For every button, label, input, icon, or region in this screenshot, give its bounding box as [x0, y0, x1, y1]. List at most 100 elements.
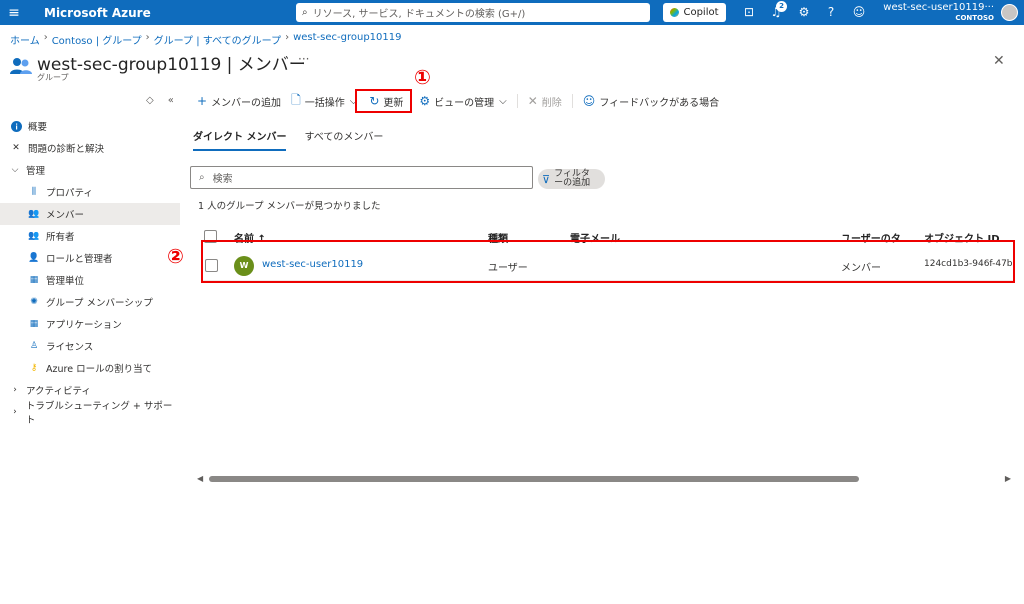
- group-icon: [10, 56, 32, 76]
- manage-view-button[interactable]: ⚙ ビューの管理 ⌵: [419, 91, 506, 111]
- more-options-icon[interactable]: ···: [298, 52, 309, 66]
- nav-item-applications[interactable]: ▦ アプリケーション: [0, 313, 180, 335]
- applications-icon: ▦: [29, 319, 39, 329]
- plus-icon: +: [197, 94, 208, 108]
- scrollbar-thumb[interactable]: [209, 476, 859, 482]
- chevron-down-icon: ⌵: [11, 165, 19, 175]
- nav-expand-icon[interactable]: ◇: [146, 95, 154, 106]
- nav-item-azure-roles[interactable]: ⚷ Azure ロールの割り当て: [0, 357, 180, 379]
- feedback-label: フィードバックがある場合: [599, 97, 720, 109]
- nav-item-label: トラブルシューティング + サポート: [25, 401, 173, 426]
- nav-item-label: プロパティ: [46, 188, 93, 199]
- nav-item-group-membership[interactable]: ✺ グループ メンバーシップ: [0, 291, 180, 313]
- delete-button[interactable]: ✕ 削除: [528, 91, 562, 111]
- scroll-right-icon[interactable]: ▶: [1005, 474, 1011, 483]
- copilot-label: Copilot: [683, 7, 719, 18]
- nav-item-diagnose[interactable]: ✕ 問題の診断と解決: [0, 137, 180, 159]
- breadcrumb-all-groups[interactable]: グループ | すべてのグループ: [154, 32, 281, 47]
- nav-item-label: アクティビティ: [26, 386, 91, 397]
- filter-label-line2: ーの追加: [554, 178, 591, 188]
- tab-all-members[interactable]: すべてのメンバー: [304, 128, 383, 151]
- nav-item-licenses[interactable]: ♙ ライセンス: [0, 335, 180, 357]
- breadcrumb-separator-icon: ›: [285, 32, 290, 43]
- feedback-person-icon: ☺: [582, 94, 596, 108]
- annotation-number-1: ①: [414, 65, 431, 89]
- divider: [571, 94, 573, 108]
- page-subtitle: グループ: [37, 73, 69, 82]
- key-icon: ⚷: [30, 363, 38, 373]
- nav-item-label: 問題の診断と解決: [28, 144, 105, 155]
- nav-item-overview[interactable]: 概要: [0, 115, 180, 137]
- settings-gear-icon[interactable]: ⚙: [795, 4, 813, 21]
- nav-item-label: ライセンス: [46, 342, 94, 353]
- global-search-placeholder: リソース, サービス, ドキュメントの検索 (G+/): [312, 9, 526, 20]
- nav-item-label: Azure ロールの割り当て: [46, 364, 153, 375]
- feedback-icon[interactable]: ☺: [850, 4, 868, 21]
- group-membership-icon: ✺: [30, 297, 38, 307]
- nav-controls: ◇ «: [146, 95, 174, 106]
- bulk-operations-button[interactable]: 🗋 一括操作 ⌵: [291, 91, 357, 111]
- global-search-input[interactable]: ⌕ リソース, サービス, ドキュメントの検索 (G+/): [296, 3, 650, 22]
- member-tabs: ダイレクト メンバー すべてのメンバー: [193, 128, 383, 151]
- row-highlight-box: [201, 240, 1015, 283]
- command-bar: + メンバーの追加 🗋 一括操作 ⌵ ↻ 更新 ⚙ ビューの管理 ⌵ ✕ 削除 …: [197, 91, 729, 111]
- nav-item-label: 概要: [28, 122, 48, 133]
- gear-icon: ⚙: [419, 94, 431, 108]
- nav-item-label: 所有者: [46, 232, 75, 243]
- feedback-button[interactable]: ☺ フィードバックがある場合: [583, 91, 719, 111]
- refresh-highlight-box: [355, 89, 412, 113]
- bulk-operations-label: 一括操作: [304, 97, 345, 109]
- add-member-button[interactable]: + メンバーの追加: [197, 91, 281, 111]
- add-filter-button[interactable]: ⊽ フィルタ ーの追加: [538, 169, 605, 189]
- hamburger-menu-icon[interactable]: ≡: [0, 0, 28, 25]
- chevron-right-icon: ›: [13, 385, 17, 395]
- member-search-input[interactable]: ⌕ 検索: [190, 166, 533, 189]
- nav-item-label: メンバー: [46, 210, 85, 221]
- close-icon[interactable]: ✕: [993, 53, 1005, 69]
- manage-view-label: ビューの管理: [434, 97, 495, 109]
- left-nav: 概要 ✕ 問題の診断と解決 ⌵ 管理 ⫼ プロパティ 👥 メンバー 👥 所有者 …: [0, 115, 180, 426]
- add-member-label: メンバーの追加: [211, 97, 282, 109]
- help-icon[interactable]: ?: [822, 4, 840, 21]
- copilot-icon: [670, 8, 680, 17]
- scroll-left-icon[interactable]: ◀: [197, 474, 203, 483]
- breadcrumb-group[interactable]: west-sec-group10119: [293, 32, 401, 47]
- search-icon: ⌕: [199, 172, 205, 183]
- license-icon: ♙: [29, 341, 39, 351]
- nav-item-properties[interactable]: ⫼ プロパティ: [0, 181, 180, 203]
- account-avatar[interactable]: [1001, 4, 1018, 21]
- nav-item-label: グループ メンバーシップ: [46, 298, 153, 309]
- nav-item-roles[interactable]: 👤 ロールと管理者: [0, 247, 180, 269]
- admin-units-icon: ▦: [29, 275, 39, 285]
- filter-icon: ⊽: [542, 172, 551, 186]
- horizontal-scrollbar[interactable]: ◀ ▶: [197, 474, 1011, 484]
- tab-direct-members[interactable]: ダイレクト メンバー: [193, 128, 287, 151]
- result-count: 1 人のグループ メンバーが見つかりました: [198, 201, 381, 212]
- notification-badge: 2: [776, 1, 787, 12]
- breadcrumb: ホーム › Contoso | グループ › グループ | すべてのグループ ›…: [10, 32, 401, 47]
- divider: [516, 94, 518, 108]
- account-user: west-sec-user10119···: [883, 2, 994, 13]
- nav-item-owners[interactable]: 👥 所有者: [0, 225, 180, 247]
- breadcrumb-home[interactable]: ホーム: [10, 32, 40, 47]
- cloud-shell-icon[interactable]: ⊡: [740, 4, 758, 21]
- roles-icon: 👤: [28, 253, 40, 263]
- account-tenant: CONTOSO: [955, 14, 994, 22]
- copilot-button[interactable]: Copilot: [663, 3, 726, 22]
- members-icon: 👥: [28, 209, 40, 219]
- brand-title[interactable]: Microsoft Azure: [44, 6, 294, 20]
- account-info[interactable]: west-sec-user10119··· CONTOSO: [883, 2, 994, 24]
- nav-item-admin-units[interactable]: ▦ 管理単位: [0, 269, 180, 291]
- nav-item-members[interactable]: 👥 メンバー: [0, 203, 180, 225]
- nav-item-label: アプリケーション: [46, 320, 122, 331]
- breadcrumb-contoso-groups[interactable]: Contoso | グループ: [52, 32, 142, 47]
- nav-item-manage[interactable]: ⌵ 管理: [0, 159, 180, 181]
- properties-icon: ⫼: [31, 187, 37, 197]
- delete-x-icon: ✕: [527, 94, 538, 108]
- info-icon: [10, 120, 22, 132]
- chevron-down-icon: ⌵: [499, 95, 507, 107]
- nav-collapse-icon[interactable]: «: [168, 95, 174, 106]
- page-title: west-sec-group10119 | メンバー: [37, 55, 306, 75]
- chevron-right-icon: ›: [13, 407, 17, 417]
- nav-item-troubleshooting[interactable]: › トラブルシューティング + サポート: [0, 401, 180, 426]
